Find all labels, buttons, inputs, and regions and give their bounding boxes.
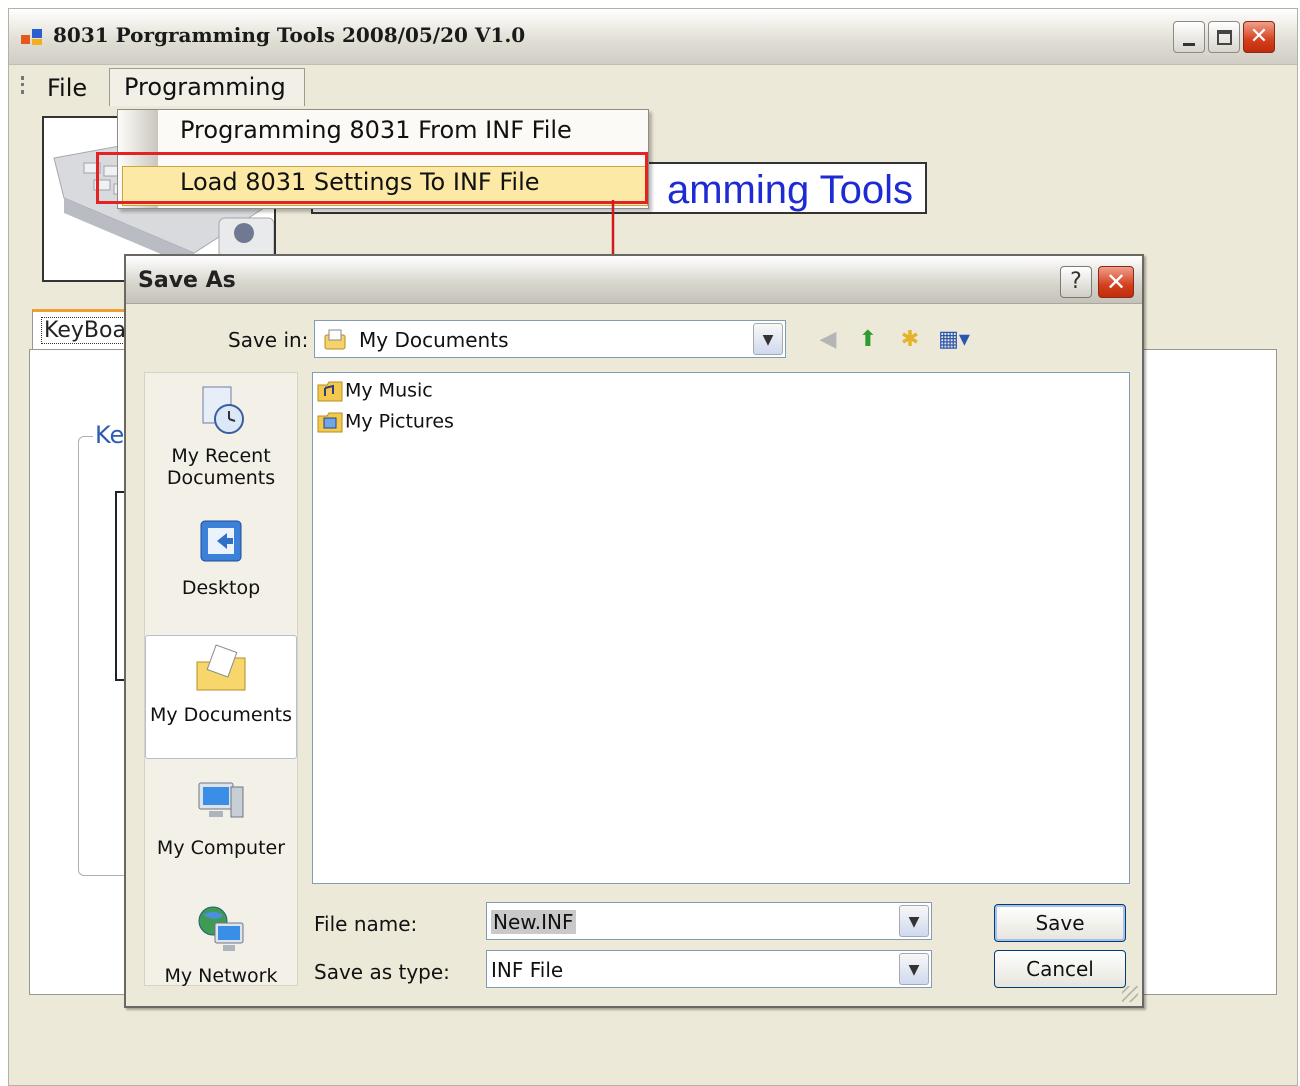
up-folder-icon[interactable]: ⬆: [852, 326, 884, 354]
header-title: amming Tools: [666, 168, 913, 212]
maximize-icon: [1217, 30, 1232, 45]
window-title: 8031 Porgramming Tools 2008/05/20 V1.0: [53, 23, 526, 47]
save-in-combo[interactable]: My Documents ▼: [314, 320, 786, 358]
list-item[interactable]: My Pictures: [317, 410, 454, 434]
place-label: My Recent Documents: [166, 445, 276, 489]
my-computer-icon: [198, 782, 244, 818]
file-name-label: File name:: [314, 912, 418, 936]
place-my-documents[interactable]: My Documents: [145, 635, 297, 759]
annotation-highlight-box: [96, 152, 648, 204]
dialog-close-button[interactable]: ✕: [1098, 266, 1134, 298]
chevron-down-icon[interactable]: ▼: [899, 953, 929, 985]
chevron-down-icon[interactable]: ▼: [899, 905, 929, 937]
title-bar: 8031 Porgramming Tools 2008/05/20 V1.0 ✕: [9, 9, 1297, 65]
group-label: Ke: [93, 421, 127, 449]
cancel-button[interactable]: Cancel: [994, 950, 1126, 988]
app-icon: [21, 29, 42, 45]
file-list: My Music My Pictures: [312, 372, 1130, 884]
places-bar: My Recent Documents Desktop My Documents: [144, 372, 298, 987]
save-in-value: My Documents: [359, 328, 509, 352]
minimize-button[interactable]: [1173, 21, 1205, 53]
tab-keyboard-label: KeyBoa: [41, 317, 129, 344]
views-menu-icon[interactable]: ▦▾: [938, 326, 970, 354]
place-label: My Documents: [149, 704, 292, 726]
resize-grip-icon[interactable]: [1122, 986, 1138, 1002]
menu-grip-icon: [21, 76, 24, 94]
file-name: My Pictures: [345, 410, 454, 433]
save-button[interactable]: Save: [994, 904, 1126, 942]
minimize-icon: [1183, 43, 1195, 46]
close-icon: ✕: [1249, 24, 1269, 49]
place-label: My Network: [164, 965, 278, 987]
place-my-network[interactable]: My Network: [145, 901, 297, 987]
menu-bar: File Programming: [9, 66, 1297, 106]
list-item[interactable]: My Music: [317, 379, 433, 403]
new-folder-icon[interactable]: ✱: [894, 326, 926, 354]
save-as-type-select[interactable]: INF File ▼: [486, 950, 932, 988]
menu-programming[interactable]: Programming: [109, 68, 305, 106]
menu-item-programming-from-inf[interactable]: Programming 8031 From INF File: [180, 116, 572, 144]
save-in-label: Save in:: [228, 328, 309, 352]
place-my-recent-documents[interactable]: My Recent Documents: [145, 381, 297, 489]
maximize-button[interactable]: [1208, 21, 1240, 53]
my-documents-icon: [196, 644, 246, 691]
my-documents-icon: [324, 329, 346, 350]
place-label: My Computer: [156, 837, 286, 859]
close-button[interactable]: ✕: [1243, 21, 1275, 53]
pictures-folder-icon: [317, 412, 343, 433]
close-icon: ✕: [1105, 268, 1127, 296]
save-as-dialog: Save As ? ✕ Save in: My Documents ▼ ◀ ⬆ …: [124, 254, 1144, 1008]
chevron-down-icon[interactable]: ▼: [753, 323, 783, 355]
save-as-type-value: INF File: [491, 958, 564, 982]
file-name-value: New.INF: [491, 910, 576, 934]
menu-file[interactable]: File: [39, 70, 95, 106]
music-folder-icon: [317, 381, 343, 402]
dialog-title: Save As: [138, 268, 236, 293]
save-as-type-label: Save as type:: [314, 960, 450, 984]
desktop-icon: [200, 520, 242, 562]
help-button[interactable]: ?: [1060, 266, 1092, 298]
file-name-field[interactable]: New.INF ▼: [486, 902, 932, 940]
file-name: My Music: [345, 379, 433, 402]
recent-documents-icon: [202, 386, 244, 434]
my-network-icon: [198, 906, 244, 951]
dialog-title-bar: Save As ? ✕: [126, 256, 1142, 304]
place-label: Desktop: [181, 577, 261, 599]
place-desktop[interactable]: Desktop: [145, 513, 297, 599]
back-icon[interactable]: ◀: [812, 326, 844, 354]
place-my-computer[interactable]: My Computer: [145, 773, 297, 859]
